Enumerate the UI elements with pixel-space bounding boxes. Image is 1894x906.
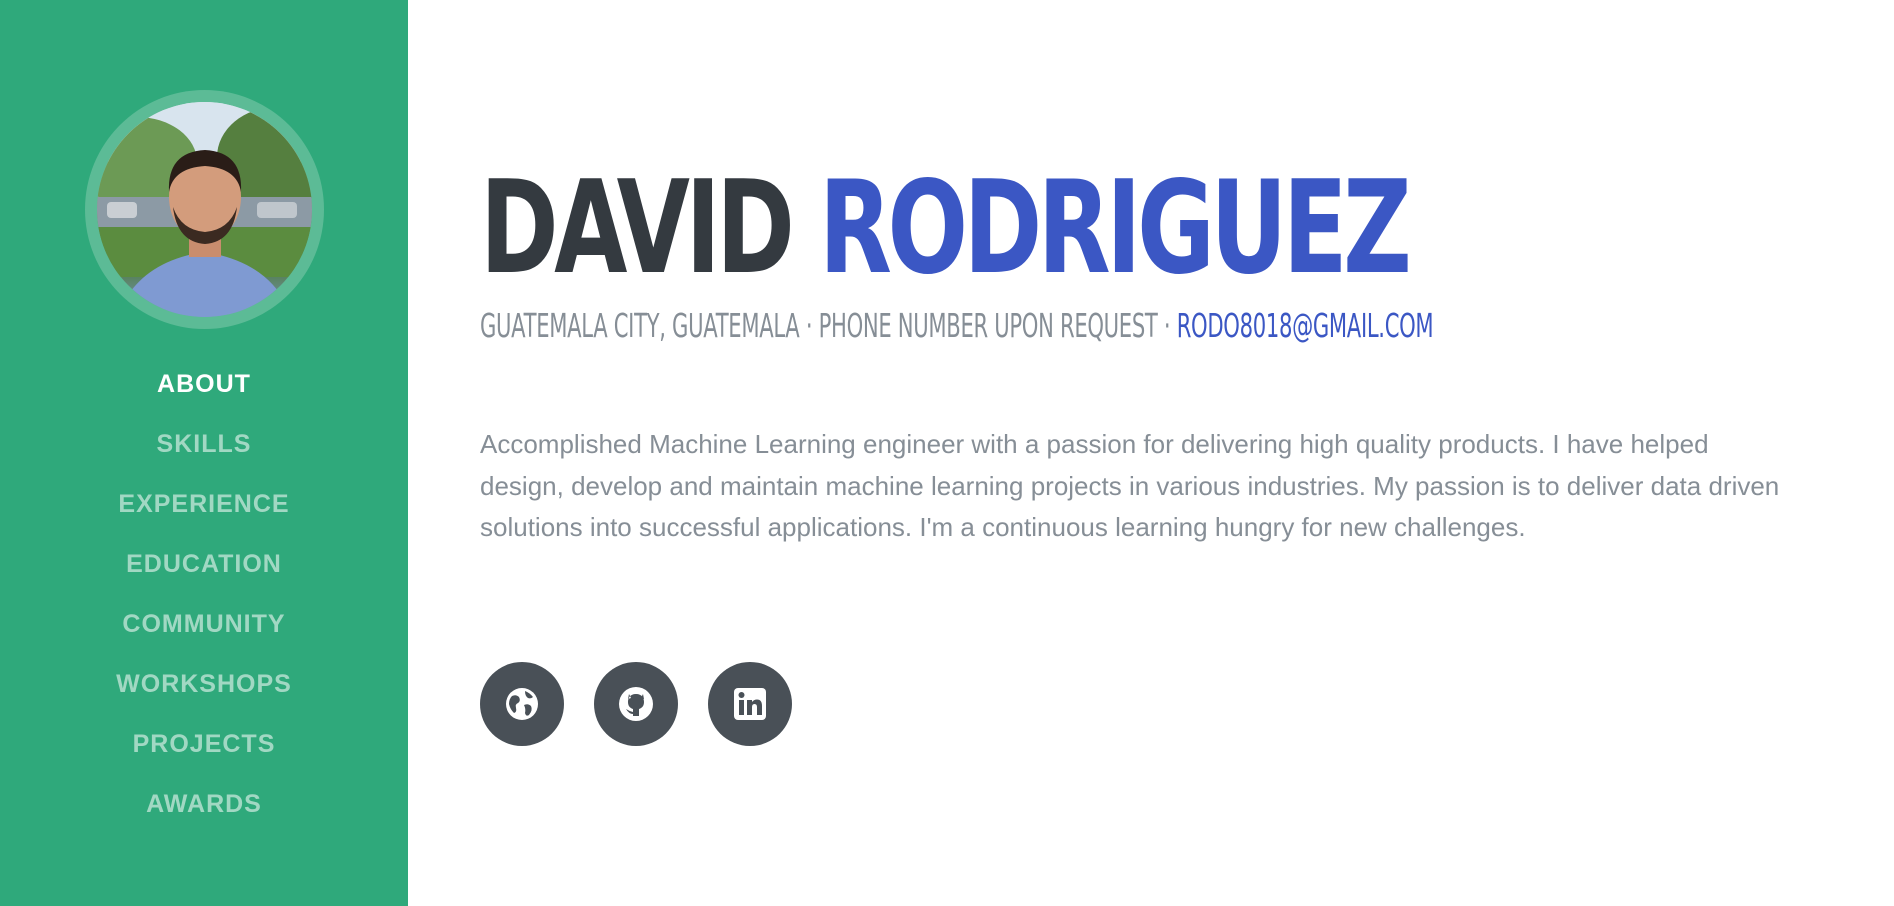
nav-item-experience[interactable]: EXPERIENCE [0, 480, 408, 540]
page-title: DAVID RODRIGUEZ [480, 164, 1412, 294]
separator: · [1157, 306, 1177, 345]
github-button[interactable] [594, 662, 678, 746]
nav-item-skills[interactable]: SKILLS [0, 420, 408, 480]
separator: · [799, 306, 819, 345]
nav-item-education[interactable]: EDUCATION [0, 540, 408, 600]
linkedin-button[interactable] [708, 662, 792, 746]
sidebar-nav: ABOUT SKILLS EXPERIENCE EDUCATION COMMUN… [0, 360, 408, 840]
nav-item-about[interactable]: ABOUT [0, 360, 408, 420]
nav-item-projects[interactable]: PROJECTS [0, 720, 408, 780]
github-icon [619, 687, 653, 721]
phone-text: PHONE NUMBER UPON REQUEST [818, 306, 1158, 345]
contact-line: GUATEMALA CITY, GUATEMALA · PHONE NUMBER… [480, 306, 1434, 346]
linkedin-icon [734, 688, 766, 720]
nav-item-workshops[interactable]: WORKSHOPS [0, 660, 408, 720]
email-link[interactable]: RODO8018@GMAIL.COM [1177, 306, 1434, 345]
avatar-ring [85, 90, 324, 329]
social-links [480, 662, 792, 746]
first-name: DAVID [480, 154, 795, 303]
location-text: GUATEMALA CITY, GUATEMALA [480, 306, 800, 345]
website-button[interactable] [480, 662, 564, 746]
avatar[interactable] [97, 102, 312, 317]
sidebar: ABOUT SKILLS EXPERIENCE EDUCATION COMMUN… [0, 0, 408, 906]
nav-item-community[interactable]: COMMUNITY [0, 600, 408, 660]
summary-text: Accomplished Machine Learning engineer w… [480, 429, 1780, 542]
globe-icon [506, 688, 538, 720]
last-name: RODRIGUEZ [819, 154, 1412, 303]
nav-item-awards[interactable]: AWARDS [0, 780, 408, 840]
